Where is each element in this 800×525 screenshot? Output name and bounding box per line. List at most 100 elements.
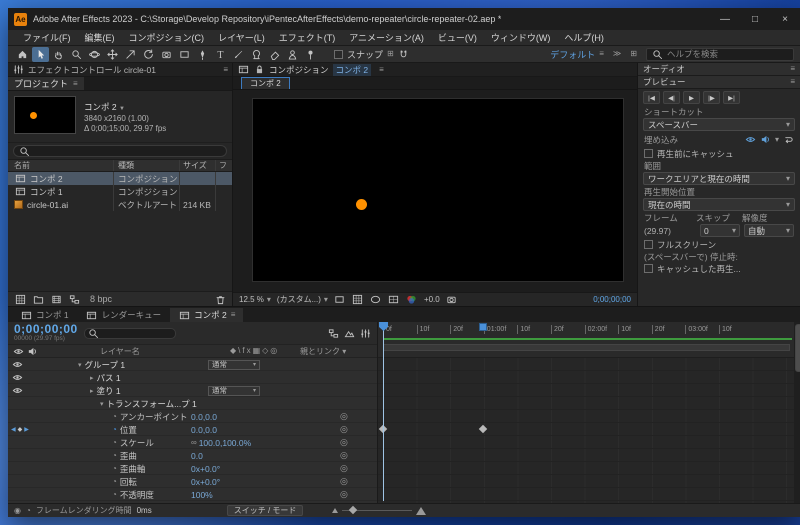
viewer-tab-comp2[interactable]: コンポ 2 <box>241 77 290 89</box>
maximize-button[interactable]: □ <box>740 8 770 30</box>
tool-magnifier[interactable] <box>68 47 85 62</box>
menu-item[interactable]: ヘルプ(H) <box>557 31 611 44</box>
parent-pick-whip-icon[interactable]: ◎ <box>340 475 348 488</box>
work-area-end-handle[interactable] <box>479 323 487 331</box>
include-audio-icon[interactable] <box>760 134 772 146</box>
column-type[interactable]: 種類 <box>114 160 180 171</box>
stopwatch-icon[interactable]: ◔ <box>112 464 117 473</box>
work-area-bar[interactable] <box>383 344 790 351</box>
channels-icon[interactable] <box>406 294 418 306</box>
timeline-tab-コンポ 2[interactable]: コンポ 2 ≡ <box>170 308 244 322</box>
twirl-icon[interactable]: ▾ <box>100 400 104 408</box>
comp-name-caret-icon[interactable]: ▼ <box>119 106 125 112</box>
eye-icon[interactable] <box>11 372 23 384</box>
project-search-field[interactable] <box>13 145 227 157</box>
parent-pick-whip-icon[interactable]: ◎ <box>340 488 348 501</box>
selected-comp-name[interactable]: コンポ 2 ▼ <box>84 101 166 113</box>
stopwatch-icon[interactable]: ◔ <box>112 425 117 434</box>
first-frame-button[interactable]: |◀ <box>643 91 660 104</box>
draft-3d-icon[interactable] <box>343 327 355 339</box>
current-time-display[interactable]: 0;00;00;00 <box>14 323 78 335</box>
tool-puppet-pin[interactable] <box>302 47 319 62</box>
timeline-vertical-scrollbar[interactable] <box>794 322 800 503</box>
twirl-icon[interactable]: ▸ <box>90 387 94 395</box>
timeline-search-field[interactable] <box>83 327 176 339</box>
mask-visibility-icon[interactable] <box>370 294 382 306</box>
zoom-select[interactable]: 12.5 % ▾ <box>239 295 271 304</box>
keyframe-indicator-icon[interactable]: ◆ <box>18 426 23 433</box>
zoom-in-icon[interactable] <box>416 506 427 515</box>
snap-checkbox[interactable] <box>334 49 343 59</box>
tool-dolly[interactable] <box>122 47 139 62</box>
property-value[interactable]: 0.0,0.0 <box>191 410 217 423</box>
timeline-tab-コンポ 1[interactable]: コンポ 1 <box>12 308 77 322</box>
track-row[interactable] <box>378 384 794 397</box>
track-row[interactable] <box>378 358 794 371</box>
previous-keyframe-icon[interactable]: ◀ <box>11 426 16 433</box>
menu-item[interactable]: アニメーション(A) <box>342 31 431 44</box>
parent-link-column-header[interactable]: 親とリンク ▾ <box>300 346 346 357</box>
composition-panel-comp-name[interactable]: コンポ 2 <box>332 63 372 76</box>
timeline-row[interactable]: ◔ 歪曲軸 0x+0.0° ◎ <box>8 462 377 475</box>
property-value[interactable]: 0.0,0.0 <box>191 423 217 436</box>
workspace-overflow-icon[interactable]: ≫ <box>613 50 621 58</box>
parent-pick-whip-icon[interactable]: ◎ <box>340 449 348 462</box>
stopwatch-icon[interactable]: ◔ <box>112 412 117 421</box>
mini-flowchart-icon[interactable] <box>327 327 339 339</box>
property-value[interactable]: 0x+0.0° <box>191 475 220 488</box>
viewer-lock-icon[interactable] <box>253 64 265 76</box>
scrollbar-thumb[interactable] <box>795 324 800 372</box>
close-button[interactable]: × <box>770 8 800 30</box>
last-frame-button[interactable]: ▶| <box>723 91 740 104</box>
twirl-icon[interactable]: ▾ <box>78 361 82 369</box>
tool-pan-camera[interactable] <box>104 47 121 62</box>
magnet-icon[interactable] <box>398 48 410 60</box>
project-item-row[interactable]: コンポ 2 コンポジション <box>8 172 232 185</box>
help-search-field[interactable]: ヘルプを検索 <box>646 47 794 61</box>
eye-icon[interactable] <box>11 385 23 397</box>
timeline-row[interactable]: ▾ グループ 1 通常 ▾ <box>8 358 377 371</box>
region-of-interest-icon[interactable] <box>334 294 346 306</box>
parent-pick-whip-icon[interactable]: ◎ <box>340 410 348 423</box>
parent-pick-whip-icon[interactable]: ◎ <box>340 423 348 436</box>
next-keyframe-icon[interactable]: ▶ <box>24 426 29 433</box>
tool-hand[interactable] <box>50 47 67 62</box>
parent-pick-whip-icon[interactable]: ◎ <box>340 436 348 449</box>
timeline-track-area[interactable]: 0f 10f 20f 01:00f 10f 20f 02:00f 10f 20f 03:00f 10… <box>378 322 794 503</box>
workspace-selector[interactable]: デフォルト ≡ <box>550 48 604 61</box>
tool-clone-stamp[interactable] <box>248 47 265 62</box>
menu-item[interactable]: レイヤー(L) <box>211 31 272 44</box>
previous-frame-button[interactable]: ◀| <box>663 91 680 104</box>
panel-grid-icon[interactable]: ⊞ <box>630 50 637 58</box>
track-row[interactable] <box>378 462 794 475</box>
menu-item[interactable]: 編集(E) <box>78 31 122 44</box>
snapshot-icon[interactable] <box>446 294 458 306</box>
track-row[interactable] <box>378 397 794 410</box>
track-row[interactable] <box>378 449 794 462</box>
eye-icon[interactable] <box>11 359 23 371</box>
timeline-row[interactable]: ◔ 不透明度 100% ◎ <box>8 488 377 501</box>
project-list-header[interactable]: 名前 種類 サイズ フ <box>8 159 232 172</box>
time-ruler[interactable]: 0f 10f 20f 01:00f 10f 20f 02:00f 10f 20f 03:00f 10… <box>378 322 794 358</box>
interpret-footage-icon[interactable] <box>14 293 26 305</box>
column-name[interactable]: 名前 <box>8 160 114 171</box>
new-folder-icon[interactable] <box>32 293 44 305</box>
new-composition-icon[interactable] <box>50 293 62 305</box>
project-item-row[interactable]: コンポ 1 コンポジション <box>8 185 232 198</box>
tool-brush[interactable] <box>230 47 247 62</box>
link-icon[interactable]: ∞ <box>191 438 197 447</box>
project-item-row[interactable]: circle-01.ai ベクトルアート 214 KB <box>8 198 232 211</box>
fullscreen-checkbox[interactable] <box>644 240 653 249</box>
panel-menu-icon[interactable]: ≡ <box>790 78 795 86</box>
zoom-slider-track[interactable] <box>342 505 413 515</box>
property-value[interactable]: ∞ 100.0,100.0% <box>191 436 251 449</box>
framerate-value[interactable]: (29.97) <box>644 226 696 236</box>
switches-column-header[interactable]: ◆\fx▦◇◎ <box>230 346 279 355</box>
tool-selection[interactable] <box>32 46 49 62</box>
timeline-row[interactable]: ◔ 歪曲 0.0 ◎ <box>8 449 377 462</box>
delete-icon[interactable] <box>214 293 226 305</box>
project-bit-depth[interactable]: 8 bpc <box>90 294 112 304</box>
stopwatch-icon[interactable]: ◔ <box>112 438 117 447</box>
switches-modes-toggle[interactable]: スイッチ / モード <box>226 505 304 516</box>
playhead-line[interactable] <box>383 330 384 501</box>
